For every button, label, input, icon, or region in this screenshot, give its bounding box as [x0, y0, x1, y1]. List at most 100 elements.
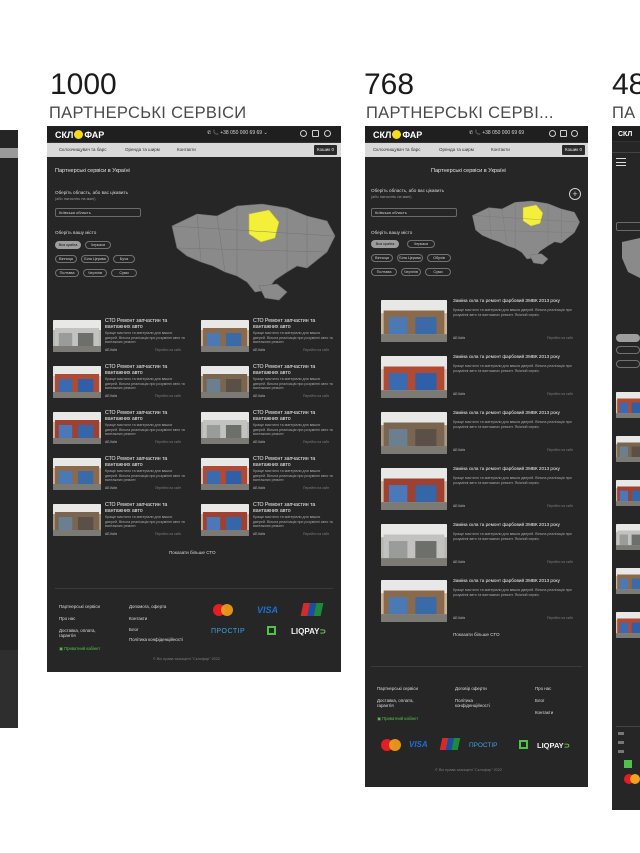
- city-chip[interactable]: Черкаси: [85, 241, 111, 249]
- partner-site-link[interactable]: Перейти на сайт: [547, 336, 573, 340]
- city-chip[interactable]: Біла Церква: [81, 255, 109, 263]
- footer-link-partners[interactable]: Партнерські сервіси: [377, 686, 418, 691]
- partner-title[interactable]: СТО Ремонт запчастин та вантажних авто: [105, 318, 185, 330]
- cart-button[interactable]: Кошик 0: [314, 145, 337, 155]
- city-chip[interactable]: [616, 346, 640, 354]
- partner-site-link[interactable]: Перейти на сайт: [155, 394, 181, 398]
- city-chip[interactable]: [616, 360, 640, 368]
- partner-title[interactable]: Заміна скла та ремонт фарбовий ЗМВК 2013…: [453, 522, 579, 528]
- partner-site-link[interactable]: Перейти на сайт: [303, 394, 329, 398]
- partner-card[interactable]: СТО Ремонт запчастин та вантажних авто К…: [53, 410, 187, 450]
- city-chip[interactable]: Вінниця: [55, 255, 77, 263]
- search-icon[interactable]: [549, 130, 556, 137]
- city-chip[interactable]: Суми: [425, 268, 451, 276]
- footer-link-about[interactable]: Про нас: [535, 686, 551, 691]
- partner-title[interactable]: СТО Ремонт запчастин та вантажних авто: [105, 410, 185, 422]
- partner-card[interactable]: Заміна скла та ремонт фарбовий ЗМВК 2013…: [381, 410, 581, 460]
- city-chip[interactable]: Обухів: [427, 254, 451, 262]
- footer-link-blog[interactable]: Блог: [535, 698, 545, 703]
- footer-link-offer[interactable]: Договір оферти: [455, 686, 487, 691]
- partner-title[interactable]: СТО Ремонт запчастин та вантажних авто: [105, 502, 185, 514]
- footer-link-delivery[interactable]: Доставка, оплата, гарантія: [59, 628, 109, 639]
- subnav-item-contacts[interactable]: Контакти: [177, 147, 196, 152]
- subnav-item-wipers[interactable]: Склоочищувач та барс: [59, 147, 107, 152]
- footer-cabinet-link[interactable]: ▣ Приватний кабінет: [59, 646, 100, 651]
- ukraine-map[interactable]: [469, 188, 581, 268]
- cart-icon[interactable]: [560, 130, 567, 137]
- burger-menu-icon[interactable]: [616, 158, 626, 166]
- region-select[interactable]: Київська область: [371, 208, 457, 217]
- header-phone[interactable]: ✆ 📞 +38 050 000 69 69 ⌄: [207, 130, 268, 136]
- partner-title[interactable]: СТО Ремонт запчастин та вантажних авто: [105, 456, 185, 468]
- footer-link[interactable]: [618, 741, 624, 744]
- cart-icon[interactable]: [312, 130, 319, 137]
- partner-title[interactable]: Заміна скла та ремонт фарбовий ЗМВК 2013…: [453, 466, 579, 472]
- partner-card[interactable]: СТО Ремонт запчастин та вантажних авто К…: [201, 456, 335, 496]
- partner-site-link[interactable]: Перейти на сайт: [547, 392, 573, 396]
- partner-title[interactable]: СТО Ремонт запчастин та вантажних авто: [253, 318, 333, 330]
- partner-photo[interactable]: [616, 392, 640, 418]
- city-chip-all[interactable]: Вся країна: [371, 240, 399, 248]
- subnav-item-rent[interactable]: Оренда та ширм: [439, 147, 474, 152]
- partner-card[interactable]: СТО Ремонт запчастин та вантажних авто К…: [201, 410, 335, 450]
- partner-card[interactable]: СТО Ремонт запчастин та вантажних авто К…: [53, 502, 187, 542]
- partner-card[interactable]: СТО Ремонт запчастин та вантажних авто К…: [53, 364, 187, 404]
- city-chip[interactable]: Біла Церква: [397, 254, 423, 262]
- show-more-button[interactable]: Показати більше СТО: [453, 632, 500, 637]
- partner-site-link[interactable]: Перейти на сайт: [303, 486, 329, 490]
- site-logo[interactable]: СКЛ: [618, 129, 632, 140]
- footer-link[interactable]: [618, 732, 624, 735]
- footer-link-offer[interactable]: Допомога, оферта: [129, 604, 166, 609]
- partner-card[interactable]: СТО Ремонт запчастин та вантажних авто К…: [201, 364, 335, 404]
- partner-title[interactable]: Заміна скла та ремонт фарбовий ЗМВК 2013…: [453, 354, 579, 360]
- footer-link-privacy[interactable]: Політика конфіденційності: [129, 637, 183, 642]
- partner-site-link[interactable]: Перейти на сайт: [303, 348, 329, 352]
- partner-site-link[interactable]: Перейти на сайт: [303, 532, 329, 536]
- city-chip[interactable]: Чернігів: [83, 269, 107, 277]
- footer-link[interactable]: [618, 750, 624, 753]
- partner-photo[interactable]: [616, 436, 640, 462]
- partner-title[interactable]: Заміна скла та ремонт фарбовий ЗМВК 2013…: [453, 410, 579, 416]
- footer-link-about[interactable]: Про нас: [59, 616, 75, 621]
- site-logo[interactable]: СКЛ ФАР: [373, 129, 422, 140]
- partner-site-link[interactable]: Перейти на сайт: [547, 504, 573, 508]
- partner-site-link[interactable]: Перейти на сайт: [547, 448, 573, 452]
- partner-card[interactable]: Заміна скла та ремонт фарбовий ЗМВК 2013…: [381, 354, 581, 404]
- subnav-item-rent[interactable]: Оренда та ширм: [125, 147, 160, 152]
- city-chip[interactable]: Вінниця: [371, 254, 393, 262]
- footer-link-delivery[interactable]: Доставка, оплата, гарантія: [377, 698, 427, 709]
- city-chip-all[interactable]: [616, 334, 640, 342]
- city-chip[interactable]: Суми: [111, 269, 137, 277]
- partner-card[interactable]: Заміна скла та ремонт фарбовий ЗМВК 2013…: [381, 298, 581, 348]
- footer-link-contacts[interactable]: Контакти: [535, 710, 553, 715]
- footer-link-contacts[interactable]: Контакти: [129, 616, 147, 621]
- partner-site-link[interactable]: Перейти на сайт: [155, 440, 181, 444]
- footer-cabinet-link[interactable]: ▣ Приватний кабінет: [377, 716, 418, 721]
- partner-photo[interactable]: [616, 568, 640, 594]
- partner-site-link[interactable]: Перейти на сайт: [547, 616, 573, 620]
- partner-photo[interactable]: [616, 612, 640, 638]
- partner-photo[interactable]: [616, 524, 640, 550]
- region-select[interactable]: Київська область: [55, 208, 141, 217]
- partner-site-link[interactable]: Перейти на сайт: [547, 560, 573, 564]
- partner-title[interactable]: СТО Ремонт запчастин та вантажних авто: [105, 364, 185, 376]
- footer-link-partners[interactable]: Партнерські сервіси: [59, 604, 100, 609]
- site-logo[interactable]: СКЛ ФАР: [55, 129, 104, 140]
- partner-site-link[interactable]: Перейти на сайт: [155, 486, 181, 490]
- map-zoom-icon[interactable]: +: [569, 188, 581, 200]
- footer-link-blog[interactable]: Блог: [129, 627, 139, 632]
- show-more-button[interactable]: Показати більше СТО: [169, 550, 216, 555]
- city-chip[interactable]: Полтава: [371, 268, 397, 276]
- partner-title[interactable]: СТО Ремонт запчастин та вантажних авто: [253, 456, 333, 468]
- header-phone[interactable]: ✆ 📞 +38 050 000 69 69: [469, 130, 524, 136]
- partner-card[interactable]: СТО Ремонт запчастин та вантажних авто К…: [53, 318, 187, 358]
- subnav-item-contacts[interactable]: Контакти: [491, 147, 510, 152]
- ukraine-map[interactable]: [167, 186, 337, 304]
- city-chip[interactable]: Буча: [113, 255, 135, 263]
- user-icon[interactable]: [324, 130, 331, 137]
- partner-card[interactable]: Заміна скла та ремонт фарбовий ЗМВК 2013…: [381, 466, 581, 516]
- partner-title[interactable]: СТО Ремонт запчастин та вантажних авто: [253, 410, 333, 422]
- partner-site-link[interactable]: Перейти на сайт: [155, 348, 181, 352]
- partner-photo[interactable]: [616, 480, 640, 506]
- partner-card[interactable]: СТО Ремонт запчастин та вантажних авто К…: [53, 456, 187, 496]
